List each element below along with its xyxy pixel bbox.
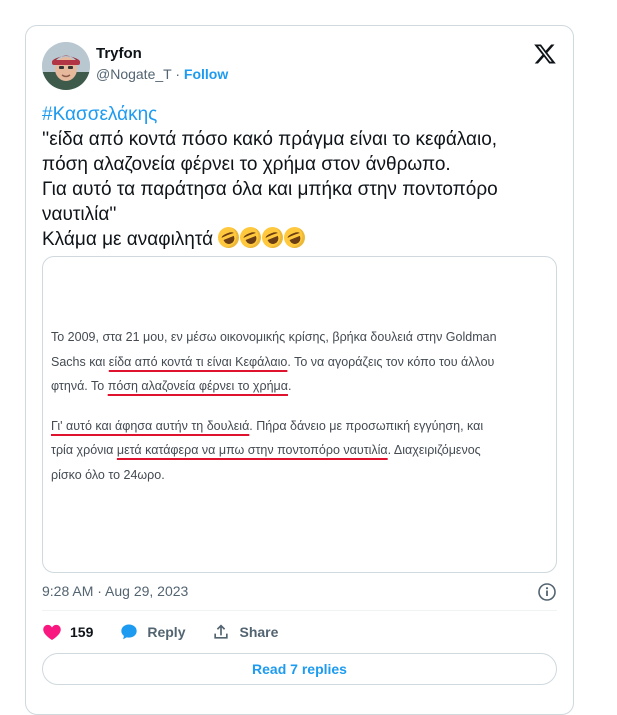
like-count: 159 — [70, 624, 94, 640]
image-text-run: φτηνά. Το — [51, 379, 108, 393]
underlined-phrase: είδα από κοντά τι είναι Κεφάλαιο — [108, 354, 288, 369]
like-button[interactable]: 159 — [42, 622, 93, 642]
tweet-line-text: Κλάμα με αναφιλητά — [42, 229, 214, 250]
image-text-run: Sachs και — [51, 354, 109, 369]
image-line: Sachs και είδα από κοντά τι είναι Κεφάλα… — [51, 350, 556, 375]
laughing-emoji-icon — [215, 223, 243, 252]
image-text-run: τρία χρόνια — [51, 443, 117, 457]
share-label: Share — [239, 624, 279, 640]
avatar-image — [42, 42, 90, 90]
author-handle-row: @Nogate_T · Follow — [96, 66, 228, 82]
laughing-emoji-icon — [259, 223, 287, 252]
image-text-run: . Το να αγοράζεις τον κόπο του άλλου — [287, 354, 495, 369]
share-upload-icon — [214, 624, 229, 639]
image-text: Το 2009, στα 21 μου, εν μέσω οικονομικής… — [51, 325, 556, 487]
read-replies-button[interactable]: Read 7 replies — [42, 653, 557, 685]
reply-bubble-icon — [121, 624, 138, 640]
quoted-image[interactable]: Το 2009, στα 21 μου, εν μέσω οικονομικής… — [42, 256, 557, 573]
x-logo-icon[interactable] — [533, 42, 557, 66]
underlined-phrase: μετά κατάφερα να μπω στην ποντοπόρο ναυτ… — [116, 443, 388, 457]
share-button[interactable]: Share — [211, 622, 278, 642]
tweet-line: πόση αλαζονεία φέρνει το χρήμα στον άνθρ… — [42, 154, 451, 175]
reply-label: Reply — [147, 624, 186, 640]
image-line: φτηνά. Το πόση αλαζονεία φέρνει το χρήμα… — [51, 374, 556, 399]
heart-icon — [43, 624, 61, 640]
author-handle[interactable]: @Nogate_T — [96, 66, 171, 82]
follow-button[interactable]: Follow — [184, 66, 228, 82]
action-bar: 159 Reply Share — [42, 622, 304, 642]
underlined-phrase: πόση αλαζονεία φέρνει το χρήμα — [107, 379, 288, 393]
laughing-emoji-icon — [281, 223, 309, 252]
image-text-run: . — [287, 379, 292, 393]
tweet-card: Tryfon @Nogate_T · Follow #Κασσελάκης ''… — [25, 25, 574, 715]
underlined-phrase: Γι' αυτό και άφησα αυτήν τη δουλειά — [51, 418, 250, 433]
tweet-line: ''είδα από κοντά πόσο κακό πράγμα είναι … — [42, 129, 498, 150]
divider — [42, 610, 557, 611]
info-icon[interactable] — [537, 582, 557, 602]
image-paragraph: Γι' αυτό και άφησα αυτήν τη δουλειά. Πήρ… — [51, 414, 556, 488]
image-line: Το 2009, στα 21 μου, εν μέσω οικονομικής… — [51, 330, 497, 344]
image-line: Γι' αυτό και άφησα αυτήν τη δουλειά. Πήρ… — [51, 414, 556, 439]
tweet-last-line: Κλάμα με αναφιλητά — [42, 223, 557, 252]
image-text-run: . Διαχειριζόμενος — [387, 443, 481, 457]
image-line: τρία χρόνια μετά κατάφερα να μπω στην πο… — [51, 438, 556, 463]
laughing-emoji-icon — [237, 223, 265, 252]
reply-button[interactable]: Reply — [119, 622, 185, 642]
image-line: ρίσκο όλο το 24ωρο. — [51, 467, 165, 482]
tweet-text: #Κασσελάκης ''είδα από κοντά πόσο κακό π… — [42, 102, 557, 252]
image-paragraph: Το 2009, στα 21 μου, εν μέσω οικονομικής… — [51, 325, 556, 399]
author-name[interactable]: Tryfon — [96, 45, 142, 62]
tweet-timestamp[interactable]: 9:28 AM · Aug 29, 2023 — [42, 583, 188, 599]
avatar[interactable] — [42, 42, 90, 90]
image-text-run: . Πήρα δάνειο με προσωπική εγγύηση, και — [249, 418, 484, 433]
hashtag-link[interactable]: #Κασσελάκης — [42, 102, 557, 127]
tweet-line: ναυτιλία'' — [42, 204, 117, 225]
separator-dot: · — [175, 66, 181, 82]
tweet-line: Για αυτό τα παράτησα όλα και μπήκα στην … — [42, 179, 498, 200]
